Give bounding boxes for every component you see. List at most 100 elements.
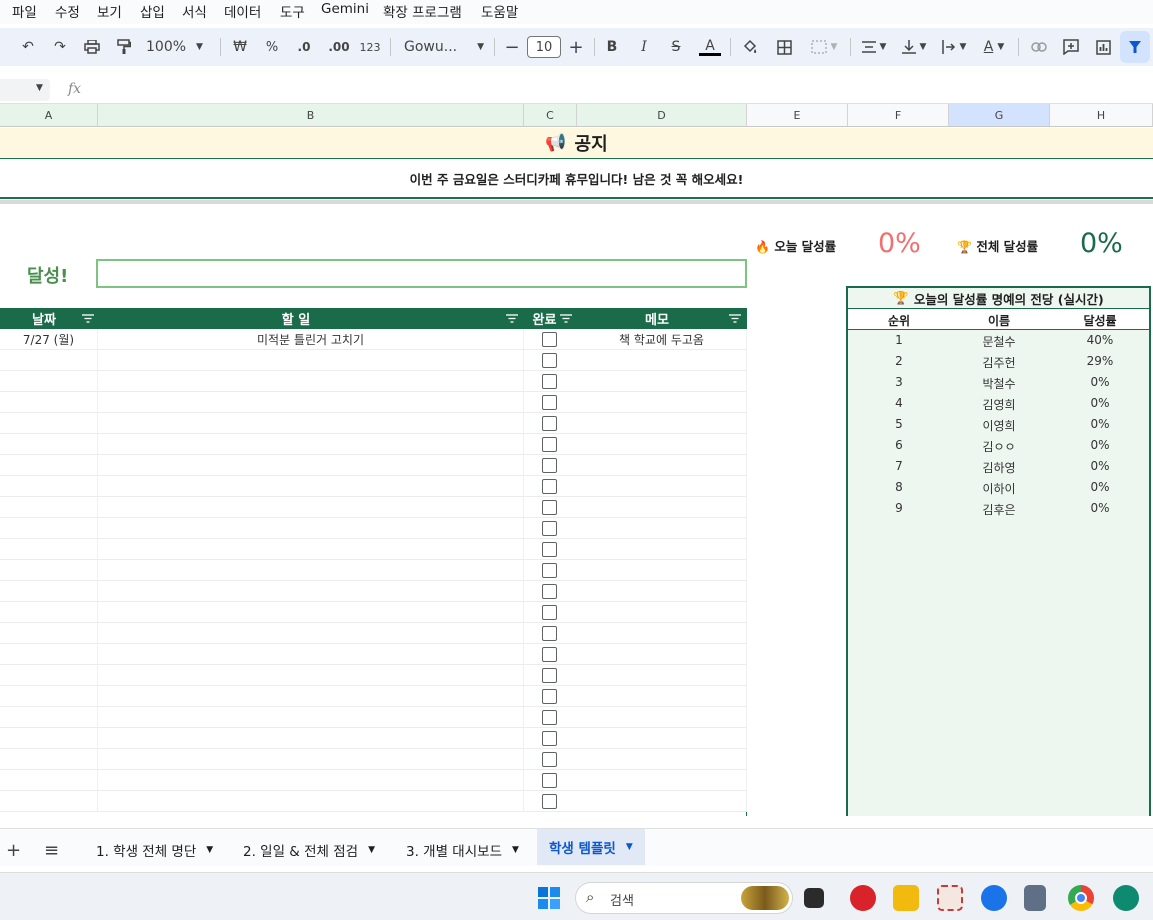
task-view-icon[interactable] <box>804 888 824 908</box>
task-row[interactable] <box>0 434 747 455</box>
task-date-cell[interactable] <box>0 476 98 496</box>
app-green-icon[interactable] <box>1113 885 1139 911</box>
notice-body-cell[interactable]: 이번 주 금요일은 스터디카페 휴무입니다! 남은 것 꼭 해오세요! <box>0 159 1153 199</box>
sheet-tab-1[interactable]: 1. 학생 전체 명단 ▼ <box>96 837 213 863</box>
column-header-d[interactable]: D <box>577 104 747 127</box>
column-header-f[interactable]: F <box>848 104 949 127</box>
formula-input[interactable] <box>90 79 1150 101</box>
sheet-tab-2[interactable]: 2. 일일 & 전체 점검 ▼ <box>243 837 375 863</box>
task-memo-cell[interactable] <box>577 350 747 370</box>
calculator-icon[interactable] <box>1024 885 1046 911</box>
column-header-g[interactable]: G <box>949 104 1050 127</box>
task-todo-cell[interactable] <box>98 770 524 790</box>
achieve-input[interactable] <box>96 259 747 288</box>
task-row[interactable] <box>0 371 747 392</box>
done-checkbox[interactable] <box>542 479 557 494</box>
print-icon[interactable] <box>82 36 102 58</box>
task-date-cell[interactable] <box>0 623 98 643</box>
task-row[interactable] <box>0 644 747 665</box>
task-date-cell[interactable]: 7/27 (월) <box>0 329 98 349</box>
menu-format[interactable]: 서식 <box>182 1 207 21</box>
task-todo-cell[interactable] <box>98 497 524 517</box>
done-checkbox[interactable] <box>542 626 557 641</box>
task-row[interactable] <box>0 560 747 581</box>
task-date-cell[interactable] <box>0 518 98 538</box>
task-date-cell[interactable] <box>0 791 98 811</box>
task-todo-cell[interactable] <box>98 413 524 433</box>
task-row[interactable] <box>0 749 747 770</box>
header-date[interactable]: 날짜 <box>0 308 98 329</box>
percent-format-button[interactable]: % <box>262 36 282 58</box>
task-row[interactable] <box>0 602 747 623</box>
text-rotation-icon[interactable]: A ▼ <box>978 36 1010 58</box>
task-todo-cell[interactable] <box>98 644 524 664</box>
task-todo-cell[interactable] <box>98 392 524 412</box>
task-date-cell[interactable] <box>0 350 98 370</box>
text-wrap-icon[interactable]: ▼ <box>938 36 970 58</box>
done-checkbox[interactable] <box>542 458 557 473</box>
task-todo-cell[interactable] <box>98 602 524 622</box>
column-header-c[interactable]: C <box>524 104 577 127</box>
vertical-align-icon[interactable]: ▼ <box>898 36 930 58</box>
task-memo-cell[interactable] <box>577 497 747 517</box>
font-family-select[interactable]: Gowu... ▼ <box>404 36 484 58</box>
frozen-rows-divider[interactable] <box>0 200 1153 204</box>
menu-view[interactable]: 보기 <box>97 1 122 21</box>
task-row[interactable] <box>0 497 747 518</box>
task-row[interactable] <box>0 455 747 476</box>
filter-icon[interactable] <box>729 314 741 323</box>
task-date-cell[interactable] <box>0 770 98 790</box>
all-sheets-button[interactable]: ≡ <box>44 837 59 863</box>
task-todo-cell[interactable] <box>98 665 524 685</box>
italic-button[interactable]: I <box>634 36 654 58</box>
done-checkbox[interactable] <box>542 353 557 368</box>
fill-color-icon[interactable] <box>740 36 760 58</box>
menu-gemini[interactable]: Gemini <box>321 1 369 17</box>
task-memo-cell[interactable] <box>577 392 747 412</box>
task-todo-cell[interactable] <box>98 581 524 601</box>
header-done[interactable]: 완료 <box>524 308 577 329</box>
task-date-cell[interactable] <box>0 434 98 454</box>
task-date-cell[interactable] <box>0 581 98 601</box>
task-memo-cell[interactable] <box>577 728 747 748</box>
task-memo-cell[interactable] <box>577 665 747 685</box>
done-checkbox[interactable] <box>542 668 557 683</box>
filter-icon[interactable] <box>560 314 572 323</box>
redo-icon[interactable]: ↷ <box>50 36 70 58</box>
column-header-b[interactable]: B <box>98 104 524 127</box>
header-memo[interactable]: 메모 <box>577 308 747 329</box>
done-checkbox[interactable] <box>542 605 557 620</box>
sheet-tab-3[interactable]: 3. 개별 대시보드 ▼ <box>406 837 519 863</box>
insert-link-icon[interactable] <box>1028 36 1050 58</box>
column-header-e[interactable]: E <box>747 104 848 127</box>
done-checkbox[interactable] <box>542 689 557 704</box>
name-box[interactable]: ▼ <box>0 79 50 101</box>
task-todo-cell[interactable] <box>98 518 524 538</box>
task-row[interactable] <box>0 728 747 749</box>
done-checkbox[interactable] <box>542 416 557 431</box>
task-row[interactable] <box>0 581 747 602</box>
task-todo-cell[interactable] <box>98 560 524 580</box>
task-memo-cell[interactable] <box>577 602 747 622</box>
task-row[interactable] <box>0 707 747 728</box>
decrease-decimal-button[interactable]: .0 <box>292 36 316 58</box>
task-row[interactable] <box>0 623 747 644</box>
done-checkbox[interactable] <box>542 731 557 746</box>
task-row[interactable] <box>0 518 747 539</box>
task-date-cell[interactable] <box>0 644 98 664</box>
zoom-select[interactable]: 100% ▼ <box>146 36 210 58</box>
task-memo-cell[interactable] <box>577 455 747 475</box>
task-memo-cell[interactable] <box>577 749 747 769</box>
task-date-cell[interactable] <box>0 497 98 517</box>
taskbar-search[interactable]: ⌕ 검색 <box>575 882 793 914</box>
done-checkbox[interactable] <box>542 584 557 599</box>
done-checkbox[interactable] <box>542 647 557 662</box>
borders-icon[interactable] <box>774 36 794 58</box>
task-todo-cell[interactable] <box>98 728 524 748</box>
menu-extensions[interactable]: 확장 프로그램 <box>383 1 462 21</box>
task-todo-cell[interactable] <box>98 707 524 727</box>
menu-data[interactable]: 데이터 <box>224 1 261 21</box>
task-row[interactable] <box>0 476 747 497</box>
task-date-cell[interactable] <box>0 455 98 475</box>
column-header-h[interactable]: H <box>1050 104 1153 127</box>
